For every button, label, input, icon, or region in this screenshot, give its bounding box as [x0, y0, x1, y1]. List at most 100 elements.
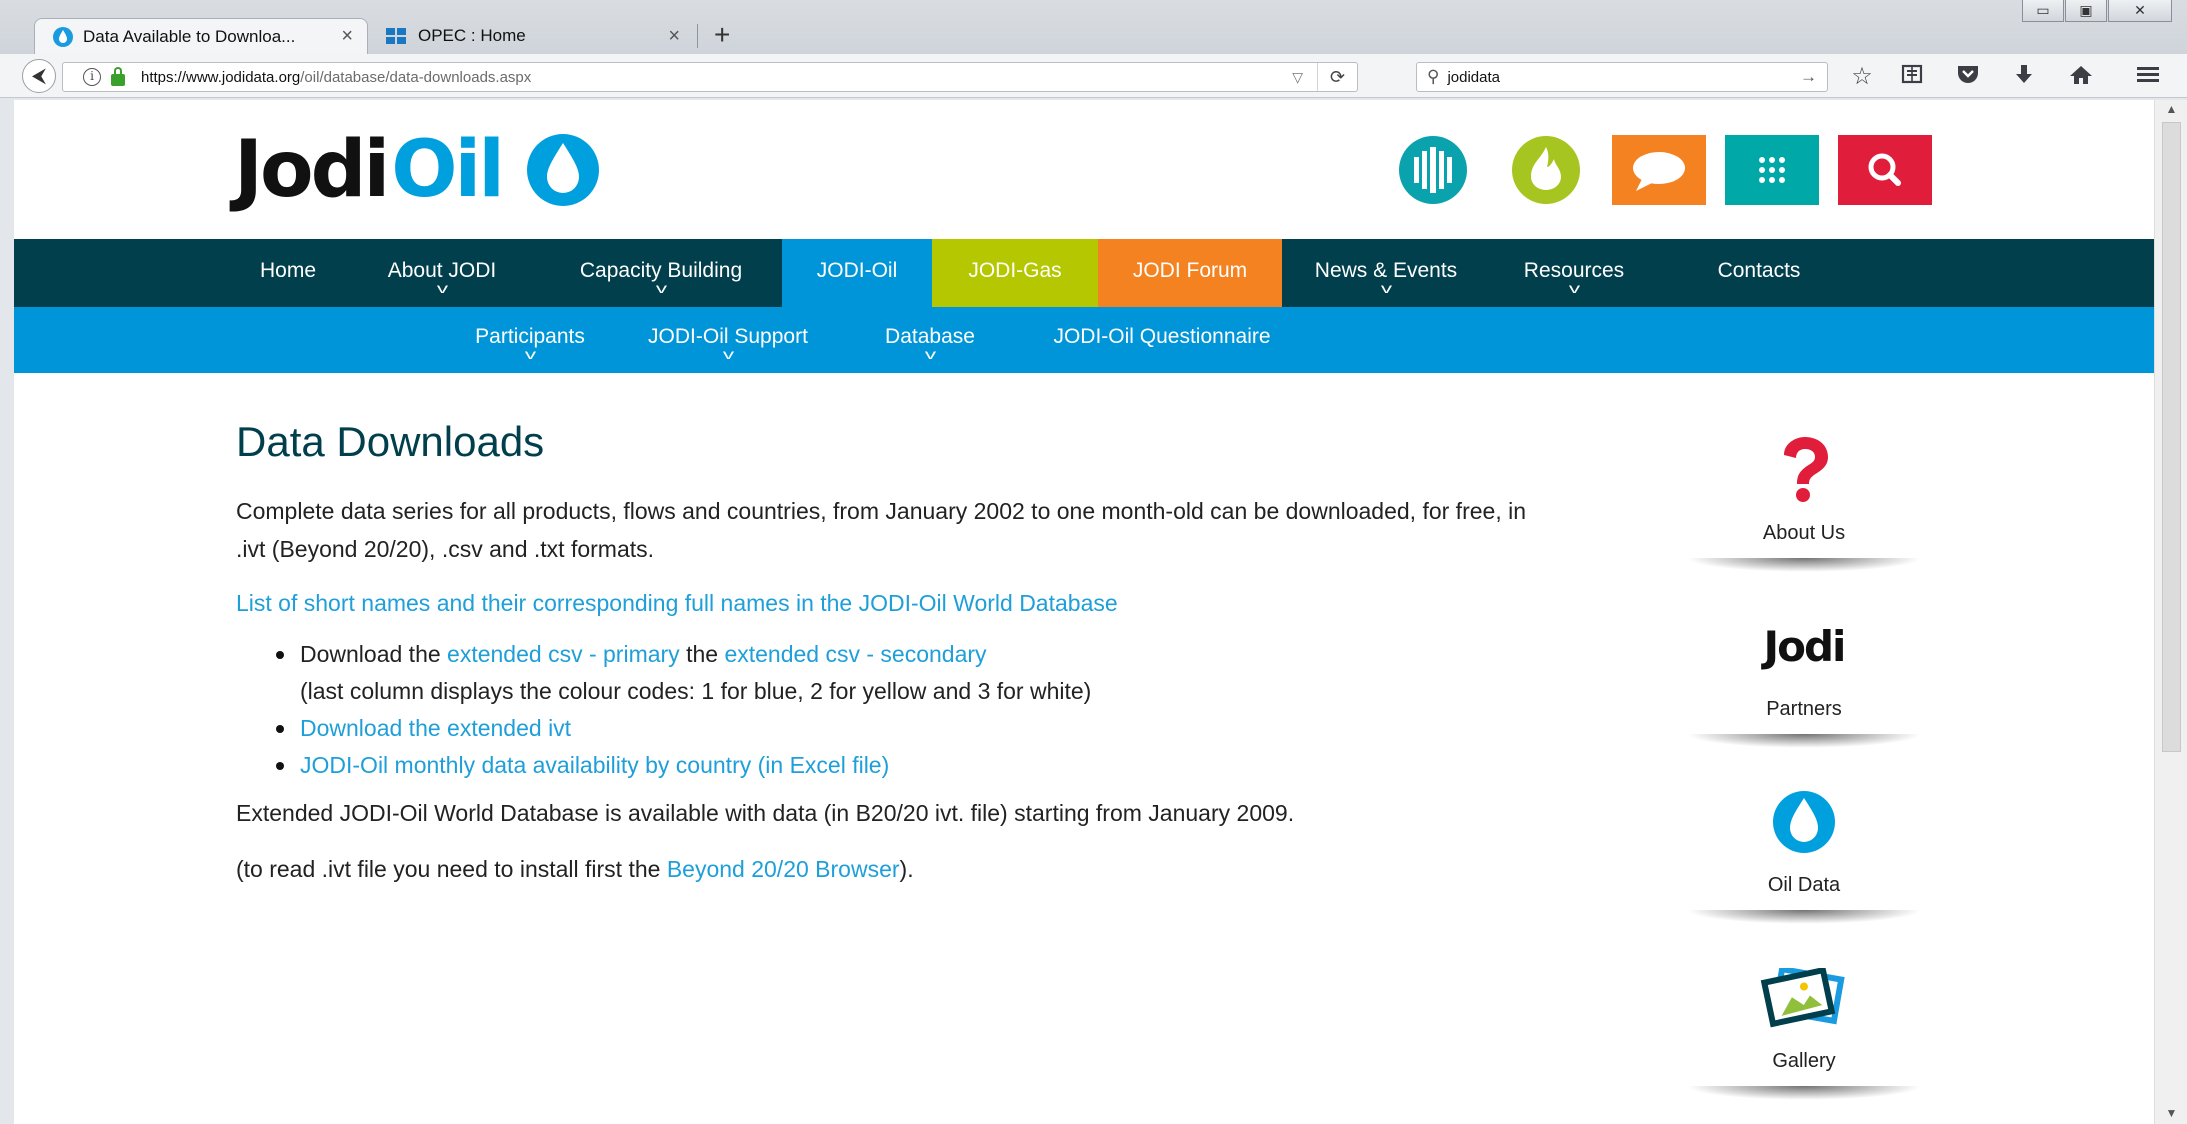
statistics-icon[interactable]	[1386, 135, 1480, 205]
read-suffix: ).	[899, 856, 914, 882]
nav-home[interactable]: Home	[240, 239, 336, 307]
chevron-down-icon: v	[924, 346, 936, 362]
card-shadow	[1686, 1086, 1922, 1100]
about-us-label: About Us	[1762, 522, 1846, 544]
chevron-down-icon: v	[436, 280, 448, 296]
pocket-icon[interactable]	[1953, 64, 1983, 90]
gas-flame-icon[interactable]	[1499, 135, 1593, 205]
chevron-down-icon: v	[524, 346, 536, 362]
card-shadow	[1686, 734, 1922, 748]
card-shadow	[1686, 558, 1922, 572]
subnav-jodi-oil-support[interactable]: JODI-Oil Support v	[628, 307, 828, 373]
nav-label: Contacts	[1717, 259, 1801, 282]
nav-jodi-forum[interactable]: JODI Forum	[1098, 239, 1282, 307]
close-window-icon[interactable]: ✕	[2108, 0, 2172, 22]
search-bar[interactable]: ⚲ jodidata →	[1416, 62, 1828, 92]
question-mark-icon	[1686, 430, 1922, 510]
jodi-oil-logo[interactable]: Jodi Oil	[234, 125, 610, 215]
address-bar[interactable]: i https://www.jodidata.org/oil/database/…	[62, 62, 1358, 92]
partners-logo-text: Jodi	[1763, 621, 1847, 671]
availability-excel-link[interactable]: JODI-Oil monthly data availability by co…	[300, 752, 889, 778]
back-icon[interactable]: ⮜	[22, 59, 56, 93]
scroll-up-icon[interactable]: ▲	[2155, 102, 2187, 116]
about-us-card[interactable]: About Us	[1686, 430, 1922, 572]
chevron-down-icon: v	[1380, 280, 1392, 296]
bookmark-star-icon[interactable]: ☆	[1847, 64, 1877, 90]
tab-opec-home[interactable]: OPEC : Home ×	[374, 18, 694, 54]
subnav-participants[interactable]: Participants v	[450, 307, 610, 373]
url-text[interactable]: https://www.jodidata.org/oil/database/da…	[141, 69, 1292, 86]
jodi-partners-logo: Jodi	[1686, 606, 1922, 686]
extended-ivt-link[interactable]: Download the extended ivt	[300, 715, 571, 741]
read-prefix: (to read .ivt file you need to install f…	[236, 856, 667, 882]
scroll-down-icon[interactable]: ▼	[2155, 1106, 2187, 1120]
gallery-label: Gallery	[1772, 1050, 1836, 1072]
logo-oil-text: Oil	[391, 125, 505, 215]
gallery-card[interactable]: Gallery	[1686, 958, 1922, 1100]
url-domain: https://www.jodidata.org	[141, 68, 301, 86]
logo-jodi-text: Jodi	[234, 125, 390, 215]
nav-about-jodi[interactable]: About JODI v	[372, 239, 512, 307]
subnav-jodi-oil-questionnaire[interactable]: JODI-Oil Questionnaire	[1032, 307, 1292, 373]
list-item: Download the extended csv - primary the …	[276, 636, 1546, 710]
nav-capacity-building[interactable]: Capacity Building v	[556, 239, 766, 307]
url-path: /oil/database/data-downloads.aspx	[300, 68, 532, 86]
reading-list-icon[interactable]	[1897, 64, 1927, 90]
nav-label: JODI Forum	[1132, 259, 1248, 282]
page-title: Data Downloads	[236, 418, 545, 465]
site-search-icon[interactable]	[1838, 135, 1932, 205]
download-icon[interactable]	[2009, 64, 2039, 92]
oil-drop-logo-icon	[526, 134, 599, 206]
list-text: the	[679, 641, 725, 667]
main-navigation: Home About JODI v Capacity Building v JODI…	[14, 239, 2154, 307]
tab-close-icon[interactable]: ×	[341, 25, 353, 48]
apps-grid-icon[interactable]	[1725, 135, 1819, 205]
search-input[interactable]: jodidata	[1447, 69, 1800, 86]
site-info-icon[interactable]: i	[83, 68, 101, 86]
home-icon[interactable]	[2066, 64, 2096, 92]
tab-close-icon[interactable]: ×	[668, 25, 680, 48]
chevron-down-icon: v	[1568, 280, 1580, 296]
colour-codes-note: (last column displays the colour codes: …	[300, 678, 1092, 704]
list-text: Download the	[300, 641, 448, 667]
new-tab-icon[interactable]: +	[714, 20, 730, 50]
chevron-down-icon: v	[655, 280, 667, 296]
nav-jodi-gas[interactable]: JODI-Gas	[932, 239, 1098, 307]
minimize-icon[interactable]: ▭	[2022, 0, 2064, 22]
nav-news-events[interactable]: News & Events v	[1296, 239, 1476, 307]
restore-icon[interactable]: ▣	[2065, 0, 2107, 22]
forum-speech-icon[interactable]	[1612, 135, 1706, 205]
subnav-label: JODI-Oil Questionnaire	[1053, 325, 1271, 348]
menu-icon[interactable]	[2133, 64, 2163, 90]
search-icon: ⚲	[1427, 67, 1440, 86]
partners-label: Partners	[1766, 698, 1842, 720]
scrollbar-thumb[interactable]	[2162, 122, 2181, 752]
browser-tab-strip: Data Available to Downloa... × OPEC : Ho…	[0, 0, 2187, 54]
nav-resources[interactable]: Resources v	[1504, 239, 1644, 307]
lock-icon	[111, 67, 125, 86]
reload-icon[interactable]: ⟳	[1317, 63, 1357, 91]
page-scrollbar[interactable]: ▲ ▼	[2154, 100, 2187, 1124]
tab-divider	[697, 24, 698, 48]
beyond-2020-browser-link[interactable]: Beyond 20/20 Browser	[667, 856, 900, 882]
nav-label: JODI-Oil	[816, 259, 898, 282]
oil-drop-icon	[1686, 782, 1922, 862]
nav-jodi-oil[interactable]: JODI-Oil	[782, 239, 932, 307]
search-go-icon[interactable]: →	[1800, 67, 1817, 87]
extended-database-text: Extended JODI-Oil World Database is avai…	[236, 800, 1295, 826]
extended-csv-primary-link[interactable]: extended csv - primary	[447, 641, 680, 667]
url-dropdown-icon[interactable]: ▽	[1292, 69, 1303, 86]
short-names-link[interactable]: List of short names and their correspond…	[236, 590, 1118, 616]
subnav-database[interactable]: Database v	[872, 307, 988, 373]
tab-title: OPEC : Home	[418, 26, 526, 45]
oil-data-card[interactable]: Oil Data	[1686, 782, 1922, 924]
partners-card[interactable]: Jodi Partners	[1686, 606, 1922, 748]
nav-contacts[interactable]: Contacts	[1694, 239, 1824, 307]
browser-toolbar: ⮜ i https://www.jodidata.org/oil/databas…	[0, 54, 2187, 98]
nav-label: JODI-Gas	[968, 259, 1062, 282]
extended-csv-secondary-link[interactable]: extended csv - secondary	[724, 641, 986, 667]
tab-data-downloads[interactable]: Data Available to Downloa... ×	[34, 18, 368, 54]
read-ivt-text: (to read .ivt file you need to install f…	[236, 850, 1546, 888]
web-page: Jodi Oil Home About JODI v Capacity Build…	[14, 100, 2154, 1124]
gallery-photos-icon	[1686, 958, 1922, 1038]
